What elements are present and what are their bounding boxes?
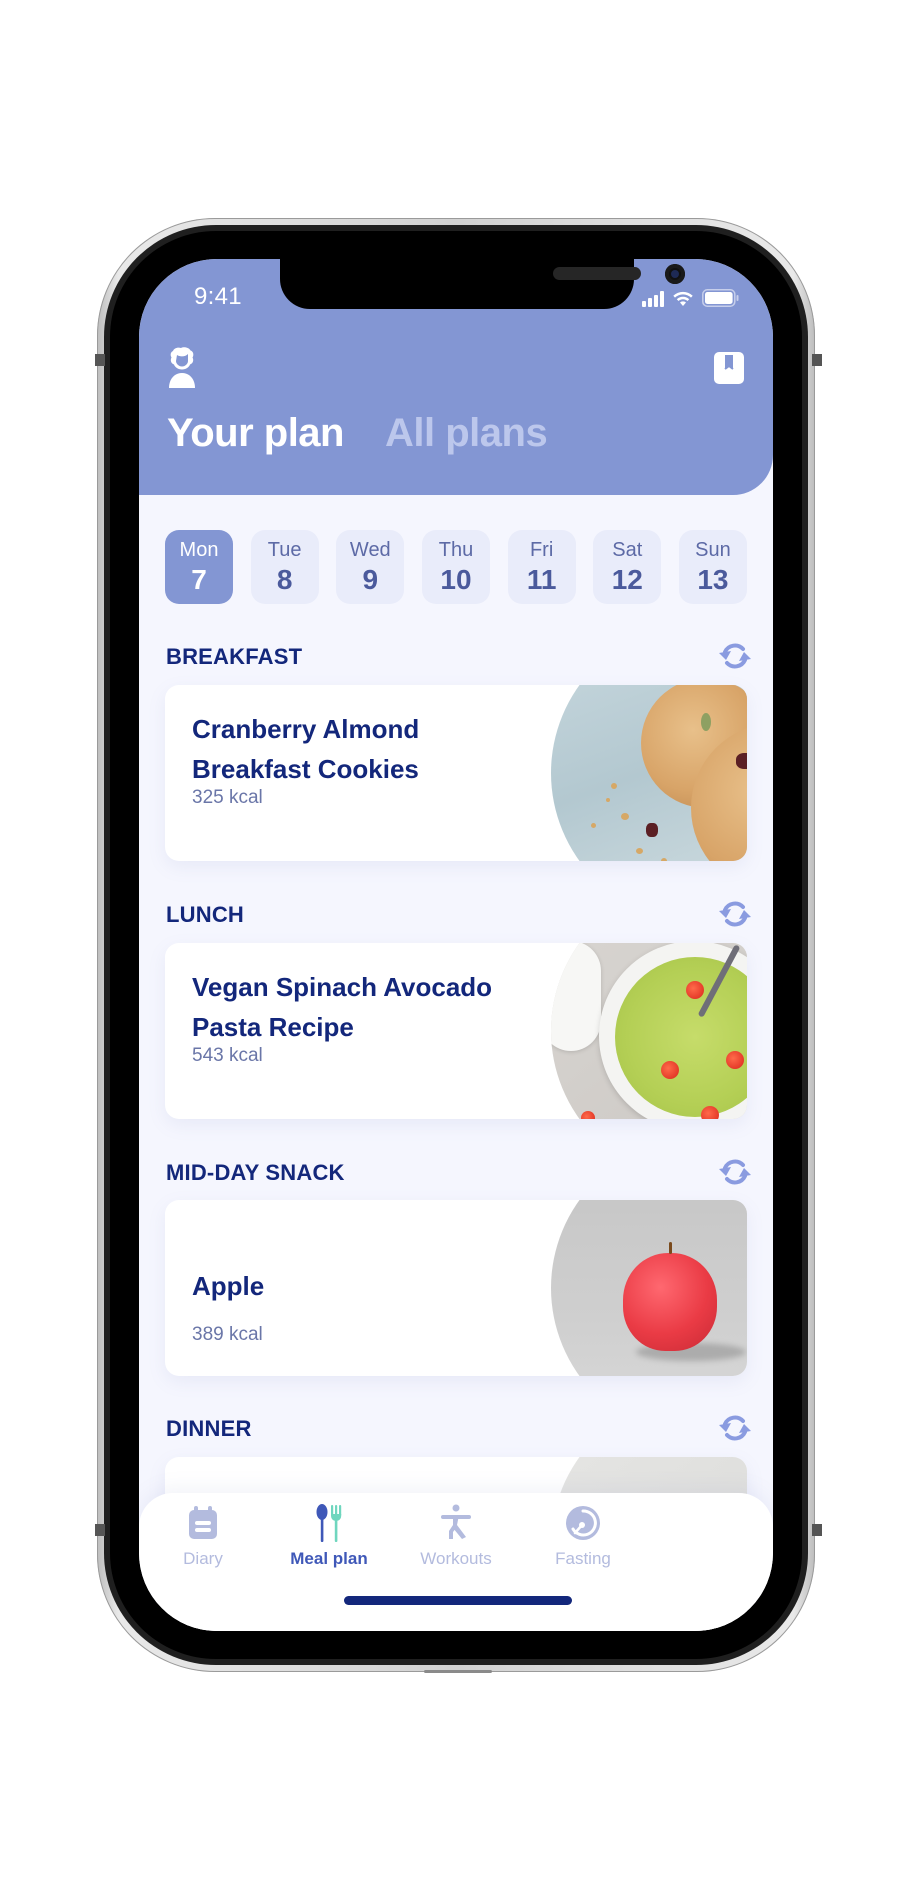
day-name: Wed bbox=[349, 539, 391, 561]
recipe-book-icon[interactable] bbox=[714, 352, 744, 384]
app-screen: 9:41 Your plan All plans Mon 7 Tue 8 Wed… bbox=[139, 259, 773, 1631]
meal-card-breakfast[interactable]: Cranberry Almond Breakfast Cookies 325 k… bbox=[165, 685, 747, 861]
refresh-icon[interactable] bbox=[717, 640, 753, 672]
meal-title: Cranberry Almond Breakfast Cookies bbox=[192, 714, 420, 784]
tab-diary[interactable]: Diary bbox=[143, 1503, 263, 1573]
bottom-speaker bbox=[424, 1670, 492, 1673]
side-button-right-lower bbox=[812, 1524, 822, 1536]
notch bbox=[280, 259, 685, 309]
refresh-icon[interactable] bbox=[717, 898, 753, 930]
meal-calories: 543 kcal bbox=[192, 1045, 263, 1066]
tab-label: Workouts bbox=[420, 1549, 492, 1568]
spinach-pasta-photo bbox=[551, 943, 747, 1119]
diary-calendar-icon bbox=[189, 1506, 217, 1539]
meal-calories: 325 kcal bbox=[192, 787, 263, 808]
battery-icon bbox=[702, 289, 739, 307]
day-name: Tue bbox=[267, 539, 302, 561]
day-number: 13 bbox=[697, 564, 729, 595]
meal-calories: 389 kcal bbox=[192, 1324, 263, 1345]
meal-title: Vegan Spinach Avocado Pasta Recipe bbox=[192, 972, 493, 1042]
day-sun[interactable]: Sun 13 bbox=[678, 530, 747, 604]
section-label-snack: MID-DAY SNACK bbox=[166, 1160, 345, 1185]
status-time: 9:41 bbox=[194, 283, 242, 310]
status-icons bbox=[642, 287, 740, 307]
day-selector: Mon 7 Tue 8 Wed 9 Thu 10 Fri 11 Sat 12 S… bbox=[165, 530, 747, 604]
meal-card-snack[interactable]: Apple 389 kcal bbox=[165, 1200, 747, 1376]
day-name: Thu bbox=[438, 539, 474, 561]
apple-photo bbox=[551, 1200, 747, 1376]
section-label-lunch: LUNCH bbox=[166, 902, 244, 927]
fasting-clock-icon bbox=[566, 1506, 600, 1540]
spoon-fork-icon bbox=[316, 1504, 342, 1542]
cranberry-cookies-photo bbox=[551, 685, 747, 861]
plan-header: 9:41 Your plan All plans bbox=[139, 259, 773, 495]
day-fri[interactable]: Fri 11 bbox=[507, 530, 576, 604]
meal-title: Apple bbox=[192, 1271, 265, 1301]
section-label-breakfast: BREAKFAST bbox=[166, 644, 303, 669]
day-number: 9 bbox=[362, 564, 379, 595]
day-name: Fri bbox=[529, 539, 554, 561]
day-tue[interactable]: Tue 8 bbox=[250, 530, 319, 604]
cellular-signal-icon bbox=[642, 291, 664, 307]
day-number: 11 bbox=[526, 564, 557, 595]
tab-your-plan[interactable]: Your plan bbox=[167, 411, 344, 456]
day-number: 12 bbox=[611, 564, 643, 595]
earpiece-speaker bbox=[553, 267, 641, 280]
refresh-icon[interactable] bbox=[717, 1412, 753, 1444]
side-button-right bbox=[812, 354, 822, 366]
day-name: Mon bbox=[179, 539, 219, 561]
refresh-icon[interactable] bbox=[717, 1156, 753, 1188]
day-sat[interactable]: Sat 12 bbox=[593, 530, 662, 604]
profile-icon[interactable] bbox=[165, 347, 199, 389]
day-mon[interactable]: Mon 7 bbox=[165, 530, 233, 604]
running-person-icon bbox=[441, 1504, 471, 1539]
meal-card-lunch[interactable]: Vegan Spinach Avocado Pasta Recipe 543 k… bbox=[165, 943, 747, 1119]
tab-meal-plan[interactable]: Meal plan bbox=[269, 1503, 389, 1573]
day-number: 7 bbox=[191, 564, 207, 595]
side-button-left-lower bbox=[95, 1524, 105, 1536]
home-indicator[interactable] bbox=[344, 1596, 572, 1605]
wifi-icon bbox=[673, 291, 693, 306]
front-camera bbox=[665, 264, 685, 284]
day-thu[interactable]: Thu 10 bbox=[421, 530, 490, 604]
tab-label: Diary bbox=[183, 1549, 223, 1568]
section-label-dinner: DINNER bbox=[166, 1416, 252, 1441]
day-name: Sun bbox=[695, 539, 731, 561]
tab-all-plans[interactable]: All plans bbox=[385, 411, 548, 456]
tab-label: Meal plan bbox=[290, 1549, 368, 1568]
day-number: 10 bbox=[440, 564, 472, 595]
tab-workouts[interactable]: Workouts bbox=[396, 1503, 516, 1573]
day-number: 8 bbox=[276, 564, 293, 595]
day-wed[interactable]: Wed 9 bbox=[336, 530, 405, 604]
side-button-left bbox=[95, 354, 105, 366]
day-name: Sat bbox=[612, 539, 643, 561]
bottom-tab-bar: Diary Meal plan Workouts Fasting bbox=[139, 1493, 773, 1631]
tab-label: Fasting bbox=[555, 1549, 611, 1568]
tab-fasting[interactable]: Fasting bbox=[523, 1503, 643, 1573]
